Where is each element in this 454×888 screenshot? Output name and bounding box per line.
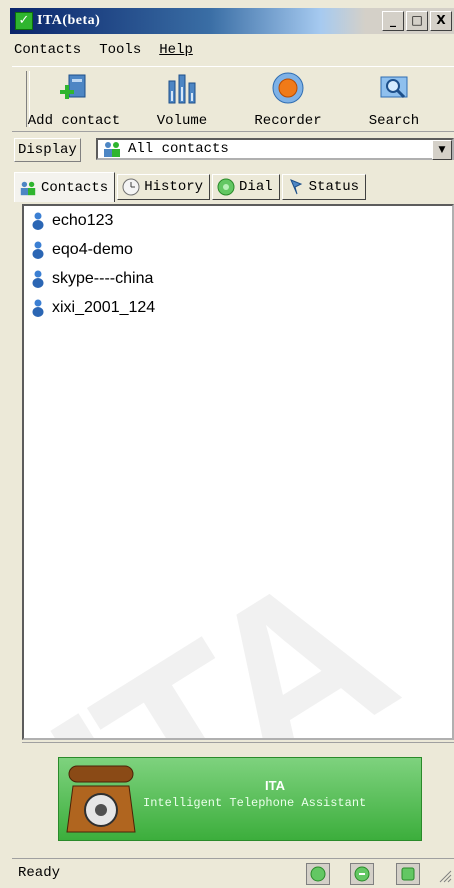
recorder-button[interactable]: Recorder <box>238 71 338 129</box>
status-icon <box>289 179 302 195</box>
status-bar: Ready <box>12 858 454 885</box>
clock-icon <box>122 178 140 196</box>
telephone-icon <box>66 765 136 833</box>
tab-status[interactable]: Status <box>281 174 367 200</box>
window-title: ITA(beta) <box>37 13 101 28</box>
user-icon <box>32 299 44 317</box>
user-icon <box>32 212 44 230</box>
minimize-button[interactable]: _ <box>382 11 404 31</box>
list-item[interactable]: skype----china <box>24 264 452 293</box>
banner-area: ITA Intelligent Telephone Assistant <box>22 742 454 853</box>
add-contact-button[interactable]: Add contact <box>24 71 124 129</box>
tab-contacts[interactable]: Contacts <box>14 172 116 202</box>
tab-contacts-label: Contacts <box>41 179 109 196</box>
user-icon <box>32 241 44 259</box>
tab-dial-label: Dial <box>239 179 273 195</box>
tab-dial[interactable]: Dial <box>212 174 280 200</box>
status-text: Ready <box>18 865 61 881</box>
record-icon <box>272 72 304 104</box>
banner-title: ITA <box>265 778 285 793</box>
chevron-down-icon[interactable]: ▼ <box>432 140 452 160</box>
list-item[interactable]: echo123 <box>24 206 452 235</box>
menu-help[interactable]: Help <box>155 42 197 58</box>
contact-name: eqo4-demo <box>52 240 133 258</box>
display-label: Display <box>14 138 81 162</box>
add-contact-label: Add contact <box>27 113 121 129</box>
search-label: Search <box>368 113 420 129</box>
contact-list[interactable]: ITA echo123 eqo4-demo skype----china xix… <box>22 204 454 740</box>
search-button[interactable]: Search <box>344 71 444 129</box>
contact-name: skype----china <box>52 269 154 287</box>
watermark: ITA <box>22 522 427 740</box>
close-button[interactable]: X <box>430 11 452 31</box>
contact-name: echo123 <box>52 211 114 229</box>
list-item[interactable]: eqo4-demo <box>24 235 452 264</box>
user-icon <box>32 270 44 288</box>
ita-banner[interactable]: ITA Intelligent Telephone Assistant <box>58 757 422 841</box>
tab-bar: Contacts History Dial Status <box>14 172 454 202</box>
menu-bar: Contacts Tools Help <box>10 38 207 62</box>
display-selected-value: All contacts <box>128 141 229 157</box>
dial-icon <box>217 178 235 196</box>
contacts-group-icon <box>104 142 120 157</box>
status-phone-icon <box>396 863 420 885</box>
volume-bars-icon <box>168 74 196 104</box>
display-dropdown[interactable]: All contacts ▼ <box>96 138 454 160</box>
contacts-group-icon <box>20 181 36 195</box>
status-sync-icon <box>350 863 374 885</box>
tab-history[interactable]: History <box>117 174 211 200</box>
add-contact-icon <box>60 74 86 99</box>
menu-tools[interactable]: Tools <box>95 42 145 58</box>
toolbar: Add contact Volume Recorder Search <box>12 66 454 132</box>
app-check-icon: ✓ <box>15 12 33 30</box>
tab-history-label: History <box>144 179 204 195</box>
status-connection-icon <box>306 863 330 885</box>
resize-grip-icon[interactable] <box>438 869 452 883</box>
recorder-label: Recorder <box>254 113 322 129</box>
banner-subtitle: Intelligent Telephone Assistant <box>143 796 367 810</box>
app-window: ✓ ITA(beta) _ □ X Contacts Tools Help Ad… <box>0 0 454 885</box>
window-controls: _ □ X <box>380 11 452 31</box>
search-icon <box>380 76 408 99</box>
list-item[interactable]: xixi_2001_124 <box>24 293 452 322</box>
volume-button[interactable]: Volume <box>132 71 232 129</box>
tab-status-label: Status <box>308 179 360 195</box>
volume-label: Volume <box>156 113 208 129</box>
menu-contacts[interactable]: Contacts <box>10 42 85 58</box>
contact-name: xixi_2001_124 <box>52 298 156 316</box>
display-filter-row: Display All contacts ▼ <box>14 136 454 164</box>
maximize-button[interactable]: □ <box>406 11 428 31</box>
title-bar[interactable]: ✓ ITA(beta) _ □ X <box>10 8 454 34</box>
